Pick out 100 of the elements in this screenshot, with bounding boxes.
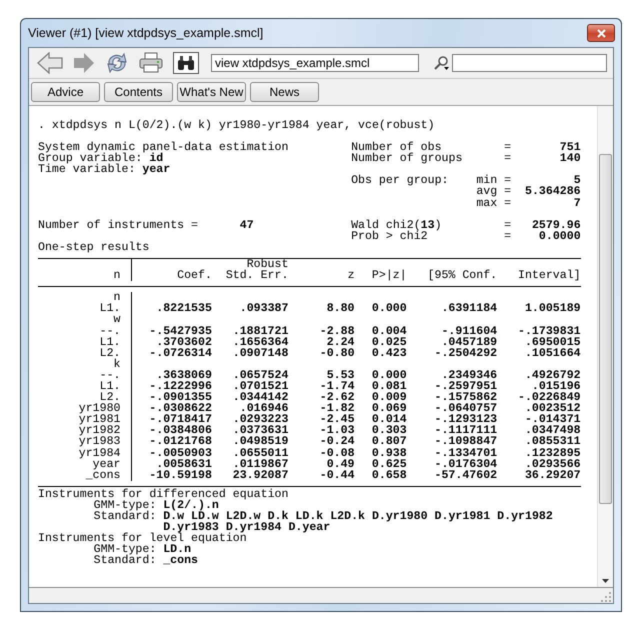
variable-name: k (114, 358, 120, 371)
table-cell: .4926792 (524, 368, 581, 382)
table-cell: .0023512 (524, 402, 581, 416)
table-cell: .0655011 (232, 446, 288, 460)
table-cell: -1.74 (320, 380, 355, 393)
scrollbar[interactable] (597, 106, 613, 587)
table-cell: .0347498 (524, 424, 581, 438)
command-field[interactable]: view xtdpdsys_example.smcl (211, 54, 419, 72)
statistic-value: 751 (560, 141, 581, 154)
table-cell: .1656364 (232, 336, 288, 349)
section-title: Instruments for differenced equation (38, 488, 288, 501)
instruments-value: 47 (240, 218, 254, 232)
row-label: _cons (86, 468, 120, 482)
table-cell: -.2504292 (434, 346, 498, 360)
statistic-value: 2579.96 (532, 218, 581, 232)
equals-sign: = (504, 196, 512, 210)
variable-value: id (149, 152, 164, 166)
instrument-type: GMM-type: (94, 500, 158, 511)
table-cell: -1.82 (320, 402, 355, 416)
table-cell: .0907148 (232, 346, 288, 360)
column-header: P>|z| (372, 269, 407, 282)
statistic-label: Wald chi2(13) (351, 218, 442, 232)
table-cell: 0.625 (372, 458, 407, 471)
scroll-thumb[interactable] (599, 154, 612, 504)
table-cell: .015196 (532, 380, 581, 393)
statistic-sublabel: max (476, 196, 498, 210)
find-button[interactable] (173, 52, 199, 74)
variable-name: w (114, 313, 120, 326)
column-header: [95% Conf. (428, 269, 498, 282)
table-cell: .6950015 (524, 336, 581, 349)
link-button[interactable]: News (250, 82, 319, 102)
table-cell: 0.423 (372, 346, 407, 360)
table-cell: 0.069 (372, 402, 407, 416)
table-cell: -.014371 (524, 413, 581, 426)
column-header: Robust (246, 258, 288, 272)
search-field[interactable] (452, 54, 607, 72)
table-cell: 0.303 (372, 424, 407, 438)
table-cell: -.911604 (441, 324, 498, 338)
table-cell: -.1334701 (434, 446, 498, 460)
row-label: yr1982 (78, 424, 120, 438)
row-label: L1. (100, 336, 120, 349)
table-cell: .1881721 (232, 324, 288, 338)
statistic-value: 5 (574, 174, 581, 188)
table-cell: .016946 (240, 402, 288, 416)
table-cell: .0701521 (232, 380, 288, 393)
table-cell: 36.29207 (524, 468, 581, 482)
table-cell: 2.24 (326, 336, 355, 349)
forward-button[interactable] (73, 52, 95, 74)
equals-sign: = (504, 174, 512, 188)
resize-grip-icon[interactable] (601, 592, 611, 602)
right-arrow-icon (73, 52, 95, 74)
table-cell: -.5427935 (149, 324, 212, 338)
instrument-list: LD.n (163, 544, 581, 556)
table-cell: -.0176304 (434, 458, 498, 471)
table-cell: 0.009 (372, 391, 407, 404)
back-button[interactable] (37, 52, 63, 74)
table-cell: 0.014 (372, 413, 407, 426)
table-cell: .8221535 (156, 302, 212, 316)
table-cell: -1.03 (320, 424, 355, 438)
refresh-icon (105, 52, 129, 74)
close-button[interactable] (587, 24, 615, 42)
link-button[interactable]: What's New (177, 82, 246, 102)
table-cell: .2349346 (441, 368, 498, 382)
table-cell: 1.005189 (524, 302, 581, 316)
row-label: yr1980 (78, 402, 120, 416)
instrument-list: L(2/.).n (163, 500, 581, 511)
statistic-label: Obs per group: (351, 174, 448, 188)
statistic-value: 5.364286 (524, 185, 581, 198)
table-cell: 0.004 (372, 324, 407, 338)
table-cell: .3638069 (156, 368, 212, 382)
row-label: L1. (100, 302, 120, 316)
table-cell: 0.938 (372, 446, 407, 460)
table-cell: 0.000 (372, 302, 407, 316)
row-label: yr1983 (78, 435, 120, 448)
table-cell: .0293223 (232, 413, 288, 426)
instruments-label: Number of instruments = (38, 218, 198, 232)
section-title: Instruments for level equation (38, 532, 247, 546)
row-label: L2. (100, 346, 120, 360)
row-label: L2. (100, 391, 120, 404)
column-header: z (348, 269, 355, 282)
scroll-down-icon[interactable] (602, 579, 609, 583)
link-button[interactable]: Contents (104, 82, 173, 102)
equals-sign: = (504, 218, 512, 232)
table-cell: -.1222996 (149, 380, 212, 393)
table-cell: .0657524 (232, 368, 288, 382)
table-cell: -.1739831 (518, 324, 581, 338)
instrument-type: Standard: (94, 555, 158, 566)
table-cell: -2.62 (320, 391, 355, 404)
refresh-button[interactable] (105, 52, 129, 74)
table-cell: -.0226849 (518, 391, 581, 404)
search-icon[interactable] (434, 55, 450, 71)
table-cell: 0.807 (372, 435, 407, 448)
print-button[interactable] (139, 52, 163, 74)
table-cell: -.0050903 (149, 446, 212, 460)
table-cell: .0373631 (232, 424, 288, 438)
link-button[interactable]: Advice (31, 82, 100, 102)
table-cell: -.0640757 (434, 402, 498, 416)
table-cell: -.1098847 (434, 435, 498, 448)
table-cell: .1232895 (524, 446, 581, 460)
row-label: year (92, 458, 120, 471)
